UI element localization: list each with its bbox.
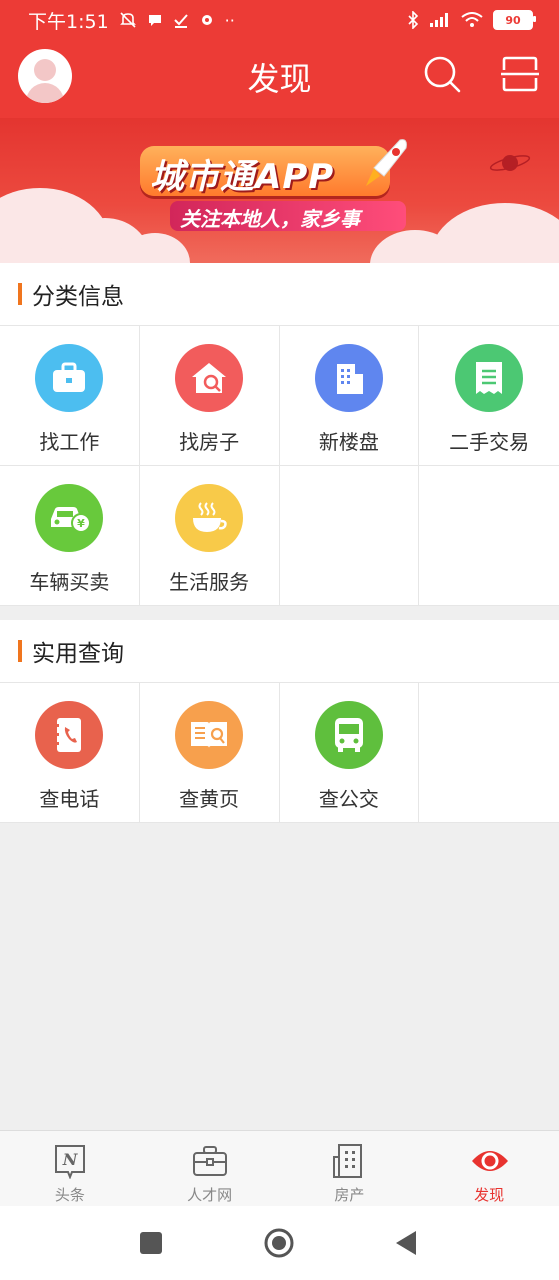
section-header: 分类信息 bbox=[0, 263, 559, 326]
battery-icon: 90 bbox=[493, 10, 536, 30]
bottom-tab-bar: N 头条 人才网 房产 发现 bbox=[0, 1130, 559, 1207]
grid-item-find-job[interactable]: 找工作 bbox=[0, 326, 140, 466]
grid-item-second-hand[interactable]: 二手交易 bbox=[419, 326, 559, 466]
grid-item-empty bbox=[419, 683, 559, 823]
back-button[interactable] bbox=[394, 1230, 418, 1256]
yellow-pages-icon bbox=[175, 701, 244, 769]
tab-label: 房产 bbox=[334, 1186, 365, 1204]
section-header: 实用查询 bbox=[0, 620, 559, 683]
tab-headlines[interactable]: N 头条 bbox=[0, 1131, 140, 1207]
section-practical-query: 实用查询 查电话 查黄页 查公交 bbox=[0, 620, 559, 823]
grid-item-label: 二手交易 bbox=[449, 430, 530, 454]
grid-item-check-phone[interactable]: 查电话 bbox=[0, 683, 140, 823]
section-title: 实用查询 bbox=[32, 641, 124, 667]
eye-icon bbox=[472, 1151, 509, 1171]
page-title: 发现 bbox=[247, 60, 312, 98]
receipt-icon bbox=[455, 344, 524, 412]
search-icon[interactable] bbox=[422, 54, 462, 94]
section-classified: 分类信息 找工作 找房子 新楼盘 二手交易 ¥ 车辆买卖 生活服务 bbox=[0, 263, 559, 606]
house-search-icon bbox=[175, 344, 244, 412]
svg-text:N: N bbox=[62, 1150, 79, 1169]
grid-item-label: 车辆买卖 bbox=[29, 570, 110, 594]
tab-label: 头条 bbox=[54, 1186, 85, 1204]
bluetooth-icon bbox=[408, 11, 419, 29]
promo-banner[interactable]: 城市通APP 关注本地人，家乡事 bbox=[0, 118, 559, 263]
banner-logo: 城市通APP bbox=[150, 157, 335, 197]
query-grid: 查电话 查黄页 查公交 bbox=[0, 683, 559, 823]
bus-icon bbox=[314, 701, 383, 769]
planet-icon bbox=[489, 155, 531, 171]
settings-icon bbox=[201, 15, 212, 25]
grid-item-life-service[interactable]: 生活服务 bbox=[139, 466, 280, 606]
svg-text:¥: ¥ bbox=[78, 517, 86, 530]
section-accent-bar bbox=[18, 640, 22, 662]
grid-item-yellow-pages[interactable]: 查黄页 bbox=[139, 683, 280, 823]
grid-item-label: 找房子 bbox=[179, 430, 240, 454]
briefcase-tab-icon bbox=[192, 1146, 227, 1176]
banner-slogan: 关注本地人，家乡事 bbox=[180, 207, 360, 231]
recents-button[interactable] bbox=[140, 1232, 162, 1254]
grid-item-label: 新楼盘 bbox=[318, 430, 379, 454]
briefcase-icon bbox=[35, 344, 104, 412]
more-dots-icon: ·· bbox=[224, 10, 235, 30]
news-icon: N bbox=[54, 1145, 85, 1179]
mute-icon bbox=[119, 12, 136, 28]
check-icon bbox=[173, 14, 188, 28]
car-yen-icon: ¥ bbox=[35, 484, 104, 552]
grid-item-label: 查黄页 bbox=[179, 787, 240, 811]
system-navigation-bar bbox=[0, 1206, 559, 1280]
grid-item-label: 查公交 bbox=[318, 787, 379, 811]
status-time: 下午1:51 bbox=[28, 10, 109, 33]
grid-item-empty bbox=[419, 466, 559, 606]
header: 发现 bbox=[0, 40, 559, 118]
section-title: 分类信息 bbox=[32, 284, 124, 310]
phonebook-icon bbox=[35, 701, 104, 769]
grid-item-empty bbox=[279, 466, 420, 606]
building-icon bbox=[314, 344, 383, 412]
grid-item-vehicle-trade[interactable]: ¥ 车辆买卖 bbox=[0, 466, 140, 606]
building-tab-icon bbox=[333, 1144, 363, 1178]
section-accent-bar bbox=[18, 283, 22, 305]
tab-discover[interactable]: 发现 bbox=[419, 1131, 559, 1207]
status-bar: 下午1:51 ·· 90 bbox=[0, 0, 559, 40]
signal-icon bbox=[430, 13, 448, 27]
grid-item-label: 生活服务 bbox=[169, 570, 250, 594]
scan-icon[interactable] bbox=[500, 54, 540, 94]
grid-item-label: 找工作 bbox=[39, 430, 100, 454]
tab-label: 发现 bbox=[474, 1186, 505, 1204]
tab-label: 人才网 bbox=[187, 1186, 233, 1204]
tab-talent[interactable]: 人才网 bbox=[140, 1131, 280, 1207]
grid-item-find-house[interactable]: 找房子 bbox=[139, 326, 280, 466]
coffee-cup-icon bbox=[175, 484, 244, 552]
grid-item-check-bus[interactable]: 查公交 bbox=[279, 683, 420, 823]
classified-grid: 找工作 找房子 新楼盘 二手交易 ¥ 车辆买卖 生活服务 bbox=[0, 326, 559, 606]
grid-item-new-property[interactable]: 新楼盘 bbox=[279, 326, 420, 466]
rocket-icon bbox=[366, 139, 407, 186]
chat-icon bbox=[148, 15, 161, 26]
grid-item-label: 查电话 bbox=[39, 787, 100, 811]
home-button[interactable] bbox=[263, 1227, 295, 1259]
tab-real-estate[interactable]: 房产 bbox=[280, 1131, 420, 1207]
wifi-icon bbox=[461, 12, 483, 27]
